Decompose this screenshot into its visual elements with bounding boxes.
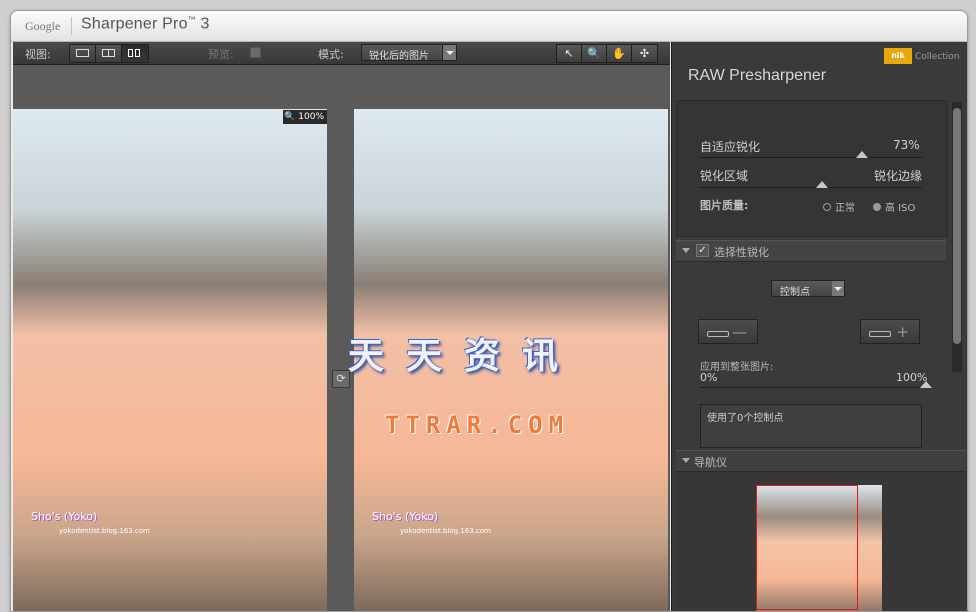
preview-label: 预览: xyxy=(208,48,234,61)
nik-logo: nik xyxy=(884,48,912,64)
photo-caption: Sho's (Yoko) xyxy=(31,510,98,523)
split-view-icon xyxy=(102,49,115,57)
apply-opacity-slider[interactable] xyxy=(920,381,932,388)
mode-select-value: 锐化后的图片 xyxy=(369,51,429,62)
collection-label: Collection xyxy=(915,52,960,62)
quality-normal-label: 正常 xyxy=(835,203,855,214)
tool-group: ↖ 🔍 ✋ ✣ xyxy=(556,44,658,63)
adaptive-sharpen-label: 自适应锐化 xyxy=(700,140,761,154)
control-point-select-label: 控制点 xyxy=(780,287,810,298)
adaptive-sharpen-slider[interactable] xyxy=(856,151,869,158)
side-by-side-icon xyxy=(128,49,141,57)
split-view-button[interactable] xyxy=(96,45,122,62)
control-point-list[interactable]: 使用了0个控制点 xyxy=(700,404,922,448)
pointer-tool-button[interactable]: ↖ xyxy=(557,45,582,62)
filter-title: RAW Presharpener xyxy=(688,67,827,84)
sharpen-area-slider[interactable] xyxy=(816,181,829,188)
zoom-indicator: 🔍 100% xyxy=(283,110,327,124)
vendor-label: Google xyxy=(25,19,61,33)
original-image xyxy=(13,109,327,611)
image-viewport[interactable]: 🔍 100% ⟳ 天天资讯 TTRAR.COM Sho's (Yoko) yok… xyxy=(13,65,670,611)
selective-sharpen-checkbox[interactable]: ✓ xyxy=(696,244,709,257)
single-view-icon xyxy=(76,49,89,57)
sharpen-area-track[interactable] xyxy=(700,187,922,188)
apply-opacity-track[interactable] xyxy=(700,387,926,388)
app-title: Sharpener Pro™ 3 xyxy=(81,15,210,33)
app-window: Google Sharpener Pro™ 3 视图: 预览: 模式: 锐化后的… xyxy=(10,10,968,612)
title-separator xyxy=(71,17,72,35)
filter-panel: nik Collection RAW Presharpener 自适应锐化 73… xyxy=(671,42,967,611)
image-quality-label: 图片质量: xyxy=(700,199,749,212)
watermark-english: TTRAR.COM xyxy=(385,411,570,439)
selective-sharpen-header[interactable]: ✓ 选择性锐化 xyxy=(676,240,946,262)
apply-min-label: 0% xyxy=(700,371,718,384)
chevron-down-icon xyxy=(832,281,844,296)
photo-caption-url-right: yokodentist.blog.163.com xyxy=(400,527,491,535)
panel-scrollbar-thumb[interactable] xyxy=(953,108,961,344)
photo-caption-url: yokodentist.blog.163.com xyxy=(59,527,150,535)
view-mode-group xyxy=(69,44,149,63)
quality-high-iso-radio[interactable] xyxy=(873,203,881,211)
adaptive-sharpen-value: 73% xyxy=(893,138,920,152)
quality-high-iso-label: 高 ISO xyxy=(885,203,916,214)
remove-control-point-button[interactable]: — xyxy=(698,319,758,344)
control-point-tool-button[interactable]: ✣ xyxy=(632,45,657,62)
title-bar: Google Sharpener Pro™ 3 xyxy=(11,11,967,42)
control-point-icon xyxy=(869,331,891,337)
control-point-select[interactable]: 控制点 xyxy=(771,280,845,298)
panel-scrollbar[interactable] xyxy=(952,102,962,372)
view-label: 视图: xyxy=(25,48,51,61)
hand-tool-button[interactable]: ✋ xyxy=(607,45,632,62)
quality-normal-radio[interactable] xyxy=(823,203,831,211)
control-point-icon xyxy=(707,331,729,337)
collapse-triangle-icon xyxy=(682,248,690,257)
side-by-side-view-button[interactable] xyxy=(122,45,148,62)
photo-caption-right: Sho's (Yoko) xyxy=(372,510,439,523)
preview-checkbox[interactable] xyxy=(250,47,261,58)
add-control-point-button[interactable]: + xyxy=(860,319,920,344)
selective-sharpen-title: 选择性锐化 xyxy=(714,246,769,259)
mode-select[interactable]: 锐化后的图片 xyxy=(361,44,457,62)
sharpen-edges-label: 锐化边缘 xyxy=(874,169,923,183)
navigator-thumbnail[interactable] xyxy=(756,485,882,611)
sharpen-area-label: 锐化区域 xyxy=(700,169,749,183)
chevron-down-icon xyxy=(442,45,456,60)
navigator-header[interactable]: 导航仪 xyxy=(676,450,966,472)
adaptive-sharpen-track[interactable] xyxy=(700,157,922,158)
zoom-tool-button[interactable]: 🔍 xyxy=(582,45,607,62)
view-toolbar: 视图: 预览: 模式: 锐化后的图片 ↖ 🔍 ✋ ✣ xyxy=(13,42,670,65)
collapse-triangle-icon xyxy=(682,458,690,467)
navigator-area xyxy=(676,472,966,611)
single-view-button[interactable] xyxy=(70,45,96,62)
navigator-title: 导航仪 xyxy=(694,456,727,469)
sharpening-controls: 自适应锐化 73% 锐化区域 锐化边缘 图片质量: 正常 高 ISO xyxy=(676,100,948,237)
mode-label: 模式: xyxy=(318,48,344,61)
watermark-chinese: 天天资讯 xyxy=(348,335,581,377)
navigator-view-frame[interactable] xyxy=(756,485,858,610)
